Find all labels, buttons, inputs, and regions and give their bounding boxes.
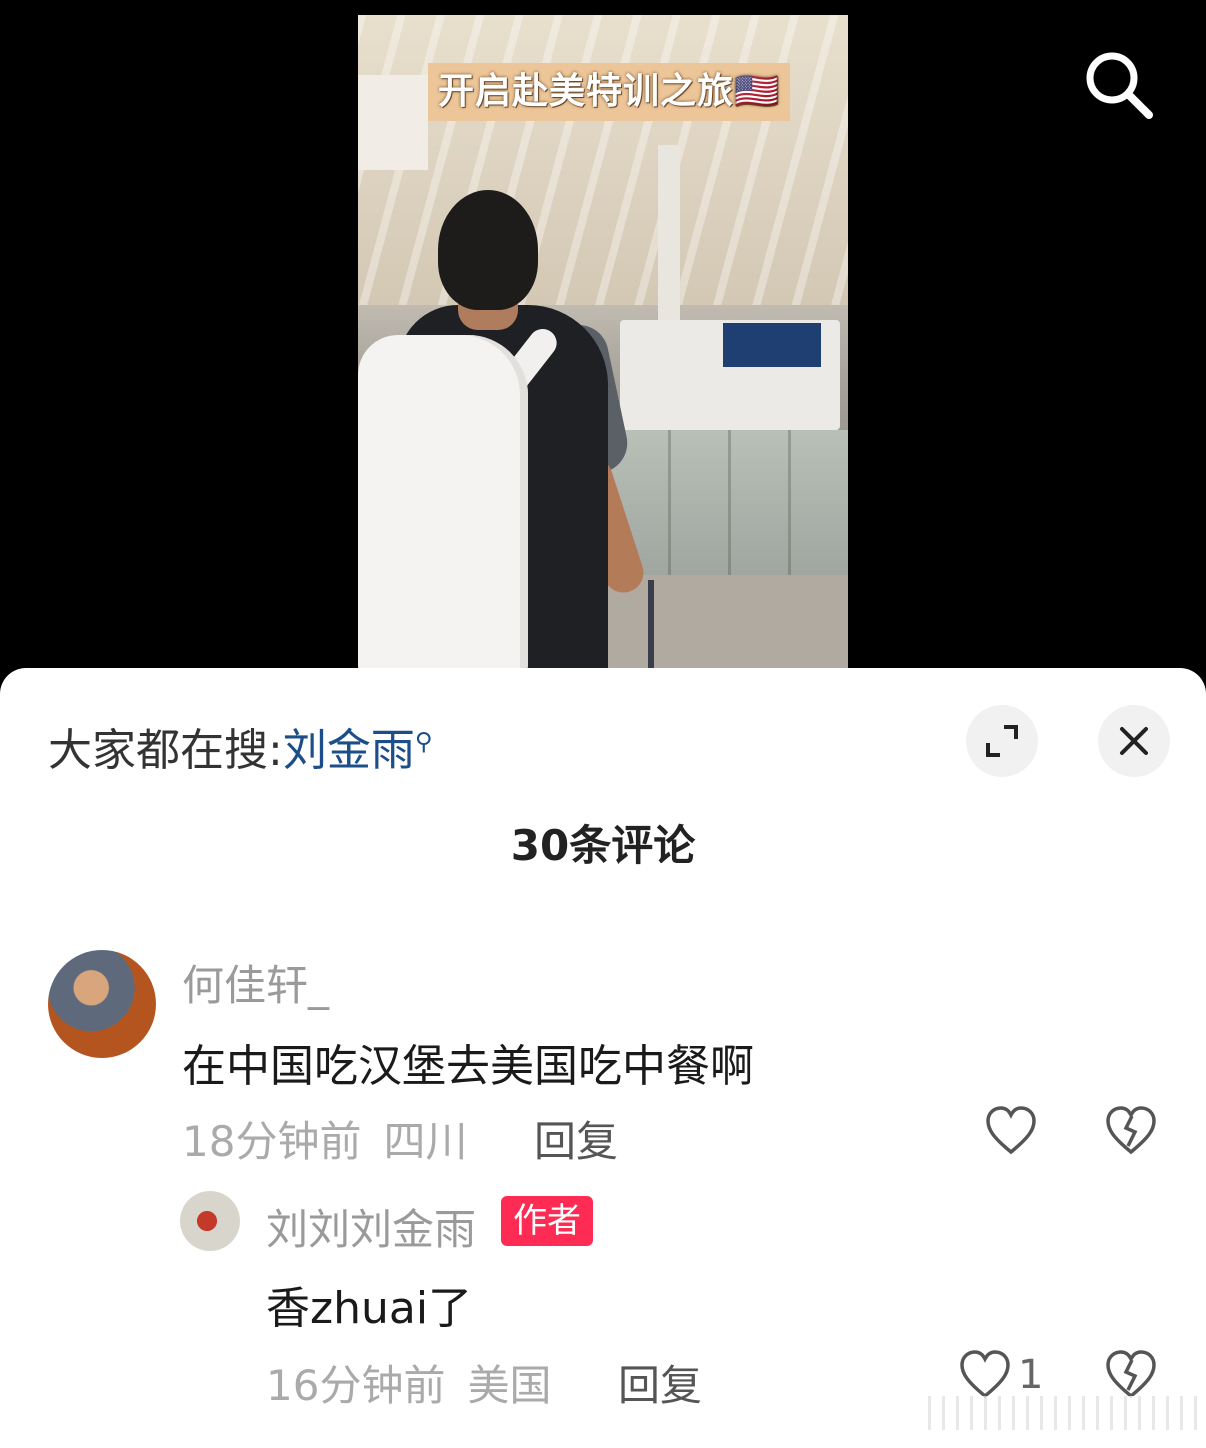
video-screens <box>723 323 821 367</box>
comment-text: 在中国吃汉堡去美国吃中餐啊 <box>182 1041 754 1092</box>
suggestion-keyword[interactable]: 刘金雨 <box>283 725 415 776</box>
comments-sheet: 大家都在搜:刘金雨⚲ 30条评论 何佳轩_ 在中国吃汉堡去美国吃中餐啊 18分钟… <box>0 668 1206 1448</box>
comment-meta: 18分钟前 四川 <box>182 1108 467 1169</box>
suggestion-prefix: 大家都在搜: <box>48 725 283 776</box>
reply-button[interactable]: 回复 <box>534 1108 618 1169</box>
reply-button[interactable]: 回复 <box>618 1352 702 1413</box>
close-button[interactable] <box>1098 705 1170 777</box>
video-caption-flag: 🇺🇸 <box>734 71 780 112</box>
broken-heart-icon[interactable] <box>1104 1348 1158 1402</box>
heart-icon[interactable] <box>984 1104 1038 1158</box>
author-badge: 作者 <box>501 1196 593 1246</box>
video-thumbnail[interactable]: 开启赴美特训之旅🇺🇸 <box>358 15 848 670</box>
broken-heart-icon[interactable] <box>1104 1104 1158 1158</box>
avatar[interactable] <box>48 950 156 1058</box>
video-suitcase-handle <box>648 580 654 670</box>
comment-count: 30条评论 <box>510 821 696 870</box>
search-icon[interactable] <box>1082 48 1154 120</box>
expand-button[interactable] <box>966 705 1038 777</box>
comment-time: 18分钟前 <box>182 1117 362 1166</box>
video-caption: 开启赴美特训之旅🇺🇸 <box>428 63 790 121</box>
comment-time: 16分钟前 <box>266 1361 446 1410</box>
comment-location: 四川 <box>383 1117 468 1166</box>
heart-icon[interactable] <box>958 1348 1012 1402</box>
search-suggestion[interactable]: 大家都在搜:刘金雨⚲ <box>48 714 432 778</box>
comment-text: 香zhuai了 <box>266 1283 473 1334</box>
video-area[interactable]: 开启赴美特训之旅🇺🇸 <box>0 0 1206 700</box>
video-roof <box>358 15 848 305</box>
video-person-head <box>438 190 538 310</box>
comment-location: 美国 <box>467 1361 552 1410</box>
avatar[interactable] <box>180 1191 240 1251</box>
like-count: 1 <box>1018 1352 1044 1398</box>
video-backpack <box>358 335 528 670</box>
comment-username[interactable]: 何佳轩_ <box>182 952 329 1013</box>
comment-username[interactable]: 刘刘刘金雨 <box>266 1196 476 1257</box>
video-banner <box>358 75 428 170</box>
comment-meta: 16分钟前 美国 <box>266 1352 551 1413</box>
suggestion-search-icon: ⚲ <box>414 727 433 756</box>
close-icon <box>1120 727 1148 755</box>
watermark <box>928 1396 1198 1430</box>
expand-icon <box>986 725 1018 757</box>
video-caption-text: 开启赴美特训之旅 <box>438 71 735 112</box>
